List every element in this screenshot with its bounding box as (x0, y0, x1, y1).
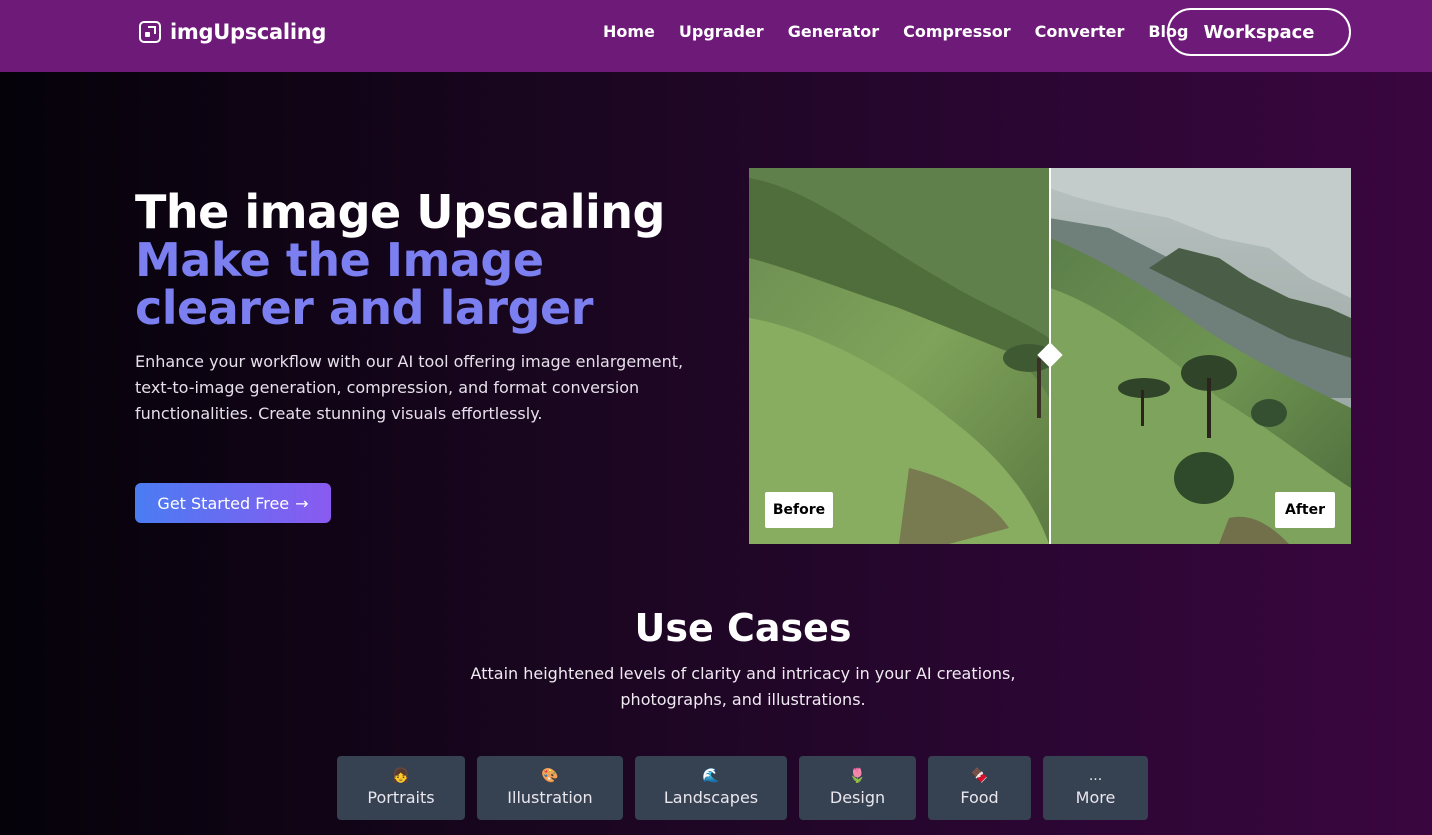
get-started-button[interactable]: Get Started Free → (135, 483, 331, 523)
category-portraits[interactable]: 👧 Portraits (337, 756, 465, 820)
category-label: Design (829, 788, 886, 807)
chocolate-icon: 🍫 (970, 768, 989, 784)
use-cases-desc-line1: Attain heightened levels of clarity and … (470, 664, 1016, 683)
nav-link-upgrader[interactable]: Upgrader (679, 22, 764, 41)
ellipsis-icon: ... (1088, 768, 1103, 784)
workspace-button[interactable]: Workspace (1167, 8, 1351, 56)
before-after-comparison[interactable]: Before After (749, 168, 1351, 544)
wave-icon: 🌊 (702, 768, 720, 784)
nav-link-compressor[interactable]: Compressor (903, 22, 1011, 41)
portrait-icon: 👧 (392, 768, 410, 784)
category-label: Food (960, 788, 999, 807)
category-label: Portraits (367, 788, 435, 807)
logo-icon (139, 21, 161, 43)
category-illustration[interactable]: 🎨 Illustration (477, 756, 623, 820)
use-cases-description: Attain heightened levels of clarity and … (0, 661, 1432, 713)
get-started-label: Get Started Free (157, 493, 290, 513)
tulip-icon: 🌷 (848, 768, 867, 784)
brand-logo[interactable]: imgUpscaling (139, 18, 326, 46)
brand-name: imgUpscaling (170, 20, 327, 44)
top-navbar: imgUpscaling Home Upgrader Generator Com… (0, 0, 1432, 72)
palette-icon: 🎨 (541, 768, 559, 784)
hero-description: Enhance your workflow with our AI tool o… (135, 352, 684, 423)
category-label: Illustration (507, 788, 593, 807)
use-cases-desc-line2: photographs, and illustrations. (620, 690, 866, 709)
category-food[interactable]: 🍫 Food (928, 756, 1031, 820)
arrow-right-icon: → (295, 493, 309, 513)
nav-link-generator[interactable]: Generator (788, 22, 879, 41)
category-more[interactable]: ... More (1043, 756, 1148, 820)
category-label: Landscapes (663, 788, 759, 807)
after-label: After (1275, 492, 1335, 528)
category-label: More (1075, 788, 1116, 807)
before-label: Before (765, 492, 833, 528)
hero-title: The image Upscaling (135, 185, 665, 239)
nav-link-home[interactable]: Home (603, 22, 655, 41)
hero-subtitle: Make the Image clearer and larger (135, 233, 593, 335)
nav-link-converter[interactable]: Converter (1035, 22, 1125, 41)
category-landscapes[interactable]: 🌊 Landscapes (635, 756, 787, 820)
nav-links: Home Upgrader Generator Compressor Conve… (603, 22, 1212, 41)
category-tabs: 👧 Portraits 🎨 Illustration 🌊 Landscapes … (0, 756, 1432, 820)
use-cases-title: Use Cases (634, 606, 852, 650)
category-design[interactable]: 🌷 Design (799, 756, 916, 820)
